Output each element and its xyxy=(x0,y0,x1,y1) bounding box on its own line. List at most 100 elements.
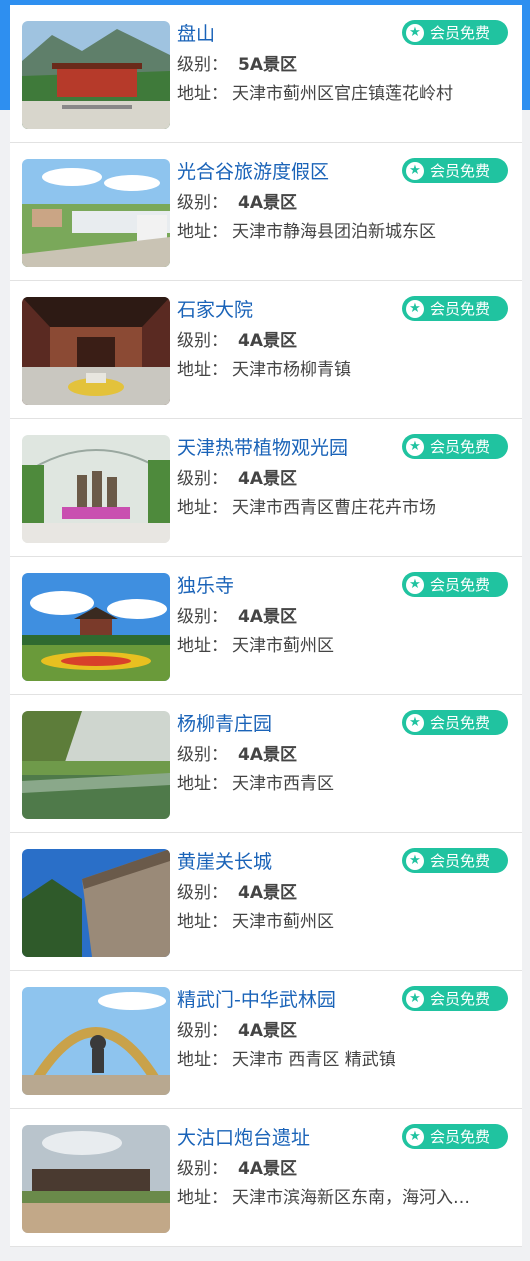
address-value: 天津市静海县团泊新城东区 xyxy=(232,222,436,242)
address-label: 地址： xyxy=(177,912,228,932)
level-value: 5A景区 xyxy=(238,55,297,75)
spot-address: 地址： 天津市滨海新区东南，海河入… xyxy=(177,1186,507,1210)
spot-address: 地址： 天津市蓟州区官庄镇莲花岭村 xyxy=(177,82,507,106)
level-value: 4A景区 xyxy=(238,883,297,903)
level-label: 级别： xyxy=(177,55,228,75)
level-value: 4A景区 xyxy=(238,469,297,489)
address-label: 地址： xyxy=(177,498,228,518)
spot-level: 级别： 4A景区 xyxy=(177,1019,297,1043)
member-free-badge: ★ 会员免费 xyxy=(402,710,508,735)
badge-label: 会员免费 xyxy=(430,714,491,732)
badge-label: 会员免费 xyxy=(430,990,491,1008)
address-label: 地址： xyxy=(177,360,228,380)
member-free-badge: ★ 会员免费 xyxy=(402,572,508,597)
spot-address: 地址： 天津市西青区曹庄花卉市场 xyxy=(177,496,507,520)
address-label: 地址： xyxy=(177,636,228,656)
scenic-photo xyxy=(22,297,170,405)
member-free-badge: ★ 会员免费 xyxy=(402,20,508,45)
address-value: 天津市蓟州区 xyxy=(232,912,334,932)
level-label: 级别： xyxy=(177,1159,228,1179)
spot-address: 地址： 天津市杨柳青镇 xyxy=(177,358,507,382)
spot-level: 级别： 4A景区 xyxy=(177,329,297,353)
spot-level: 级别： 4A景区 xyxy=(177,1157,297,1181)
scenic-photo xyxy=(22,21,170,129)
spot-name[interactable]: 精武门-中华武林园 xyxy=(177,987,336,1013)
member-free-badge: ★ 会员免费 xyxy=(402,848,508,873)
spot-address: 地址： 天津市静海县团泊新城东区 xyxy=(177,220,507,244)
address-label: 地址： xyxy=(177,222,228,242)
spot-name[interactable]: 光合谷旅游度假区 xyxy=(177,159,329,185)
star-icon: ★ xyxy=(406,851,424,870)
star-icon: ★ xyxy=(406,161,424,180)
spot-address: 地址： 天津市 西青区 精武镇 xyxy=(177,1048,507,1072)
address-value: 天津市西青区 xyxy=(232,774,334,794)
scenic-spot-list: 盘山 级别： 5A景区 地址： 天津市蓟州区官庄镇莲花岭村 ★ 会员免费 光合谷旅游度… xyxy=(10,5,522,1247)
badge-label: 会员免费 xyxy=(430,1128,491,1146)
member-free-badge: ★ 会员免费 xyxy=(402,986,508,1011)
list-item[interactable]: 光合谷旅游度假区 级别： 4A景区 地址： 天津市静海县团泊新城东区 ★ 会员免费 xyxy=(10,143,522,281)
level-value: 4A景区 xyxy=(238,1159,297,1179)
level-label: 级别： xyxy=(177,469,228,489)
spot-name[interactable]: 石家大院 xyxy=(177,297,253,323)
level-value: 4A景区 xyxy=(238,745,297,765)
spot-name[interactable]: 天津热带植物观光园 xyxy=(177,435,348,461)
spot-level: 级别： 4A景区 xyxy=(177,467,297,491)
list-item[interactable]: 杨柳青庄园 级别： 4A景区 地址： 天津市西青区 ★ 会员免费 xyxy=(10,695,522,833)
spot-name[interactable]: 盘山 xyxy=(177,21,215,47)
star-icon: ★ xyxy=(406,1127,424,1146)
star-icon: ★ xyxy=(406,23,424,42)
badge-label: 会员免费 xyxy=(430,300,491,318)
badge-label: 会员免费 xyxy=(430,162,491,180)
spot-name[interactable]: 杨柳青庄园 xyxy=(177,711,272,737)
spot-address: 地址： 天津市蓟州区 xyxy=(177,910,507,934)
spot-level: 级别： 4A景区 xyxy=(177,881,297,905)
address-value: 天津市蓟州区官庄镇莲花岭村 xyxy=(232,84,453,104)
level-label: 级别： xyxy=(177,331,228,351)
member-free-badge: ★ 会员免费 xyxy=(402,1124,508,1149)
list-item[interactable]: 石家大院 级别： 4A景区 地址： 天津市杨柳青镇 ★ 会员免费 xyxy=(10,281,522,419)
star-icon: ★ xyxy=(406,989,424,1008)
spot-name[interactable]: 黄崖关长城 xyxy=(177,849,272,875)
list-item[interactable]: 精武门-中华武林园 级别： 4A景区 地址： 天津市 西青区 精武镇 ★ 会员免费 xyxy=(10,971,522,1109)
scenic-photo xyxy=(22,573,170,681)
address-label: 地址： xyxy=(177,84,228,104)
spot-address: 地址： 天津市蓟州区 xyxy=(177,634,507,658)
address-value: 天津市蓟州区 xyxy=(232,636,334,656)
address-label: 地址： xyxy=(177,1188,228,1208)
list-item[interactable]: 独乐寺 级别： 4A景区 地址： 天津市蓟州区 ★ 会员免费 xyxy=(10,557,522,695)
star-icon: ★ xyxy=(406,575,424,594)
member-free-badge: ★ 会员免费 xyxy=(402,434,508,459)
level-label: 级别： xyxy=(177,745,228,765)
scenic-photo xyxy=(22,1125,170,1233)
list-item[interactable]: 大沽口炮台遗址 级别： 4A景区 地址： 天津市滨海新区东南，海河入… ★ 会员免费 xyxy=(10,1109,522,1247)
scenic-photo xyxy=(22,435,170,543)
list-item[interactable]: 天津热带植物观光园 级别： 4A景区 地址： 天津市西青区曹庄花卉市场 ★ 会员免费 xyxy=(10,419,522,557)
badge-label: 会员免费 xyxy=(430,852,491,870)
scenic-photo xyxy=(22,849,170,957)
star-icon: ★ xyxy=(406,437,424,456)
level-value: 4A景区 xyxy=(238,1021,297,1041)
list-item[interactable]: 黄崖关长城 级别： 4A景区 地址： 天津市蓟州区 ★ 会员免费 xyxy=(10,833,522,971)
member-free-badge: ★ 会员免费 xyxy=(402,158,508,183)
scenic-photo xyxy=(22,159,170,267)
level-label: 级别： xyxy=(177,193,228,213)
address-value: 天津市 西青区 精武镇 xyxy=(232,1050,396,1070)
address-value: 天津市杨柳青镇 xyxy=(232,360,351,380)
badge-label: 会员免费 xyxy=(430,438,491,456)
spot-name[interactable]: 独乐寺 xyxy=(177,573,234,599)
address-label: 地址： xyxy=(177,1050,228,1070)
list-item[interactable]: 盘山 级别： 5A景区 地址： 天津市蓟州区官庄镇莲花岭村 ★ 会员免费 xyxy=(10,5,522,143)
spot-level: 级别： 4A景区 xyxy=(177,743,297,767)
spot-address: 地址： 天津市西青区 xyxy=(177,772,507,796)
address-value: 天津市滨海新区东南，海河入… xyxy=(232,1188,470,1208)
star-icon: ★ xyxy=(406,713,424,732)
spot-level: 级别： 5A景区 xyxy=(177,53,297,77)
spot-name[interactable]: 大沽口炮台遗址 xyxy=(177,1125,310,1151)
scenic-photo xyxy=(22,987,170,1095)
member-free-badge: ★ 会员免费 xyxy=(402,296,508,321)
badge-label: 会员免费 xyxy=(430,576,491,594)
badge-label: 会员免费 xyxy=(430,24,491,42)
level-label: 级别： xyxy=(177,883,228,903)
address-label: 地址： xyxy=(177,774,228,794)
scenic-photo xyxy=(22,711,170,819)
